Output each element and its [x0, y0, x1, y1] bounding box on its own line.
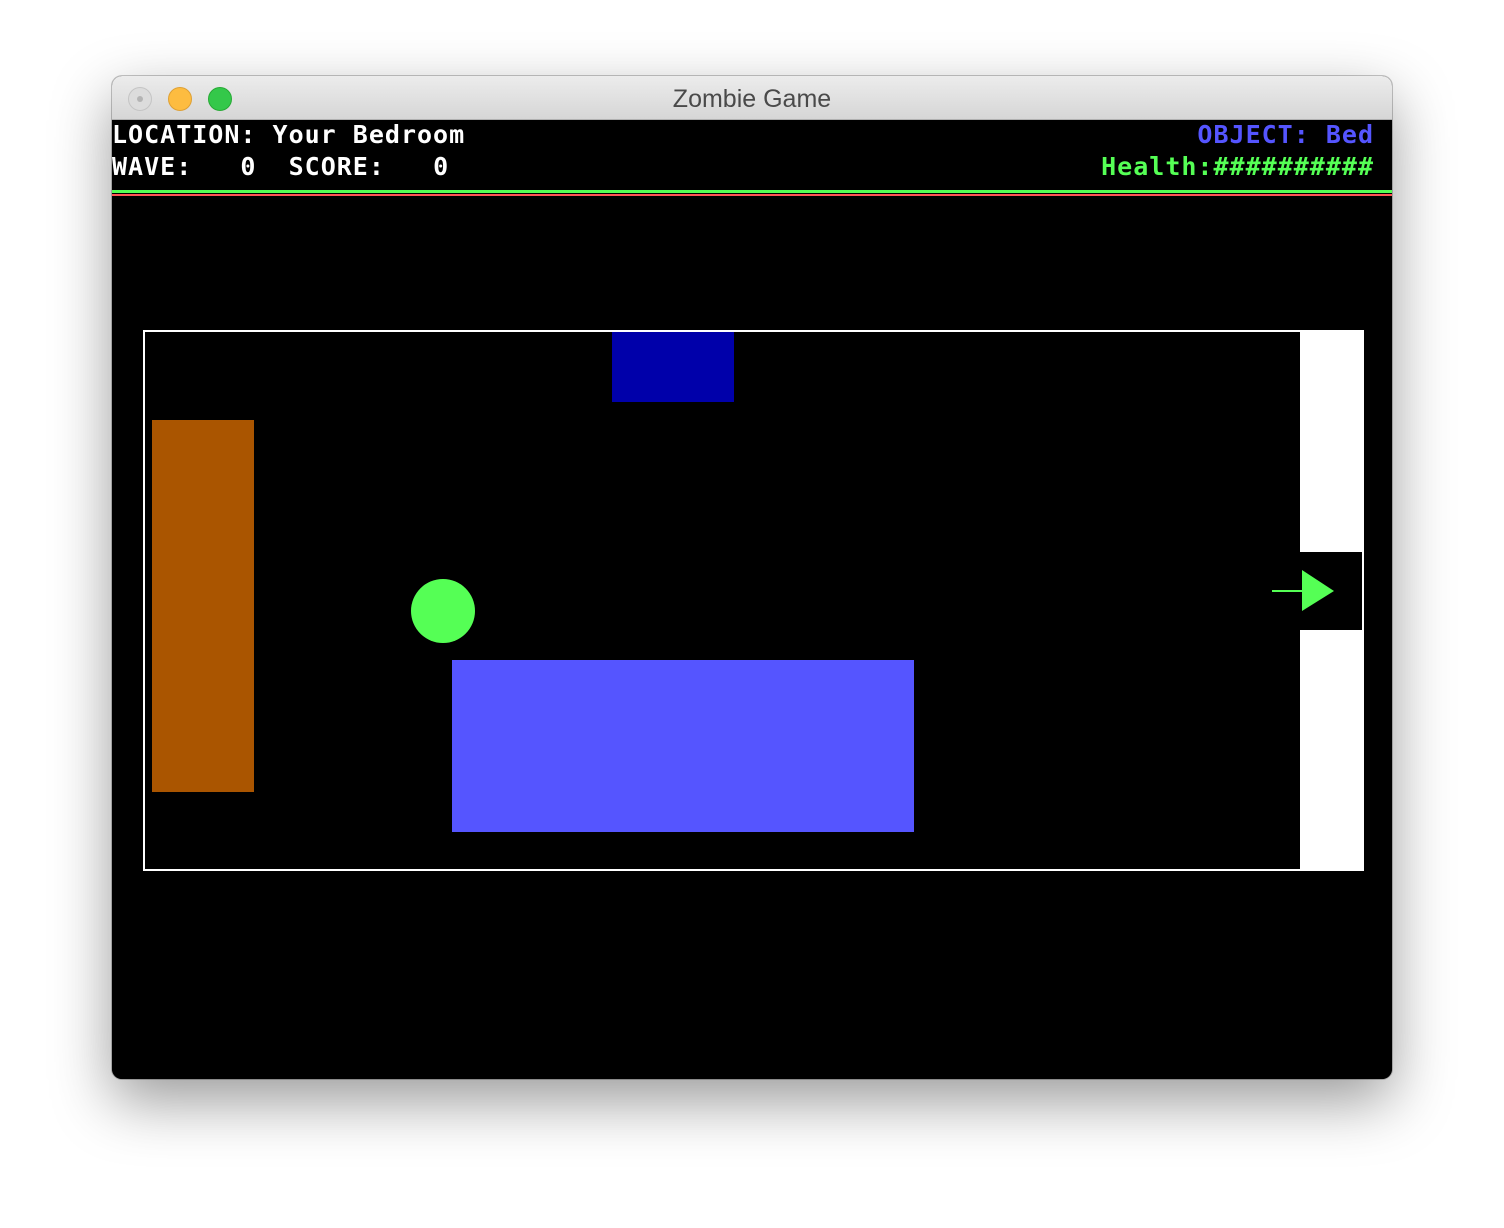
- dresser[interactable]: [152, 420, 254, 792]
- wave-label: WAVE:: [112, 152, 193, 181]
- arrow-right-icon[interactable]: [1270, 568, 1336, 612]
- wave-value: 0: [240, 152, 257, 181]
- close-button[interactable]: [128, 87, 152, 111]
- minimize-button[interactable]: [168, 87, 192, 111]
- object-readout: OBJECT: Bed: [1197, 121, 1374, 149]
- location-value: Your Bedroom: [272, 120, 466, 149]
- player-character[interactable]: [411, 579, 475, 643]
- bed[interactable]: [452, 660, 914, 832]
- title-bar[interactable]: Zombie Game: [112, 76, 1392, 120]
- location-label: LOCATION:: [112, 120, 257, 149]
- game-screen[interactable]: LOCATION: Your Bedroom WAVE: 0 SCORE: 0 …: [112, 120, 1392, 1079]
- window-title: Zombie Game: [672, 85, 832, 113]
- object-label: OBJECT:: [1197, 120, 1310, 149]
- nightstand[interactable]: [612, 332, 734, 402]
- health-readout: Health:##########: [1101, 153, 1374, 181]
- maximize-button[interactable]: [208, 87, 232, 111]
- hud-separator-red: [112, 194, 1392, 196]
- wave-score-readout: WAVE: 0 SCORE: 0: [112, 153, 449, 181]
- health-label: Health:: [1101, 152, 1214, 181]
- hud-separator-green: [112, 190, 1392, 193]
- health-bar: ##########: [1213, 152, 1374, 181]
- app-window: Zombie Game LOCATION: Your Bedroom WAVE:…: [112, 76, 1392, 1079]
- object-value: Bed: [1325, 120, 1374, 149]
- score-value: 0: [433, 152, 450, 181]
- score-label: SCORE:: [288, 152, 385, 181]
- location-readout: LOCATION: Your Bedroom: [112, 121, 465, 149]
